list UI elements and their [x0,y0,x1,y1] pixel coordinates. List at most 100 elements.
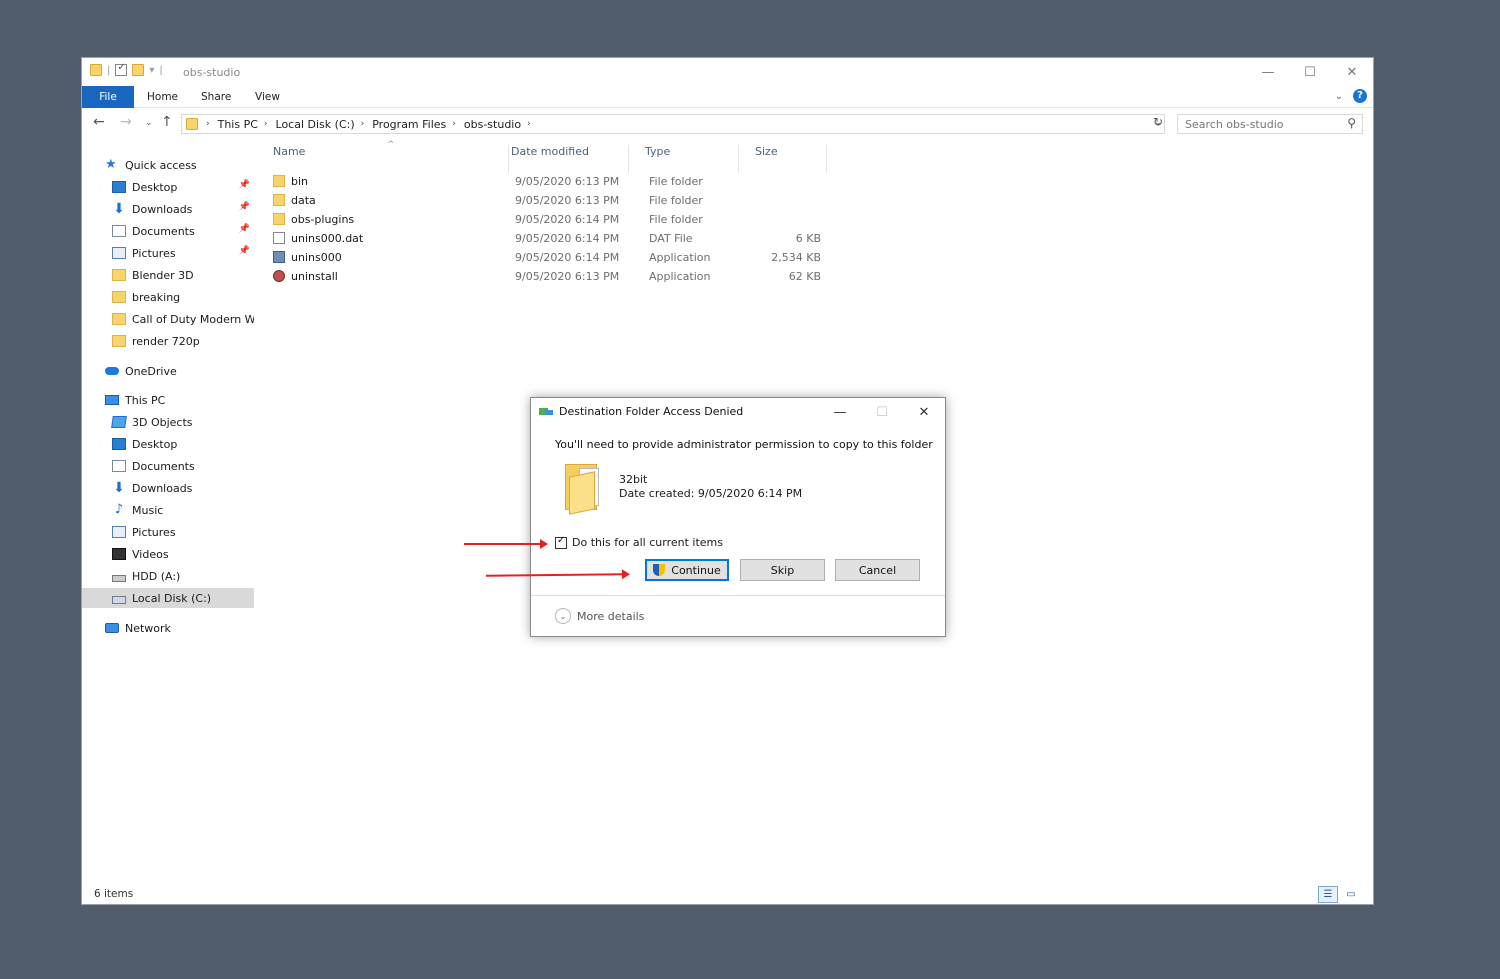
divider [531,595,945,596]
dialog-minimize-button[interactable]: — [819,398,861,426]
pictures-icon [112,247,126,259]
download-icon: ⬇ [113,201,125,217]
recent-locations-icon[interactable]: ⌄ [145,118,153,128]
up-arrow-icon[interactable]: ↑ [161,114,173,130]
view-buttons: ☰ ▭ [1318,886,1361,903]
tab-home[interactable]: Home [147,86,178,108]
uac-shield-icon [653,563,666,577]
breadcrumb-this-pc[interactable]: This PC [218,118,258,131]
sidebar-item-local-disk[interactable]: Local Disk (C:) [82,588,254,608]
window-title: obs-studio [183,66,241,79]
sidebar-item-pc-documents[interactable]: Documents [82,456,254,476]
status-item-count: 6 items [94,888,134,900]
help-icon[interactable]: ? [1353,89,1367,103]
close-button[interactable]: ✕ [1331,58,1373,86]
sidebar-item-onedrive[interactable]: OneDrive [82,361,254,381]
pin-icon: 📌 [238,202,250,212]
maximize-button[interactable]: ☐ [1289,58,1331,86]
documents-icon [112,225,126,237]
desktop-icon [112,181,126,193]
dialog-close-button[interactable]: ✕ [903,398,945,426]
sidebar-item-hdd[interactable]: HDD (A:) [82,566,254,586]
file-row[interactable]: unins000.dat 9/05/2020 6:14 PM DAT File … [273,229,833,248]
breadcrumb-program-files[interactable]: Program Files [372,118,446,131]
app-icon [273,251,285,263]
minimize-button[interactable]: — [1247,58,1289,86]
network-icon [105,623,119,633]
sidebar-item-3d-objects[interactable]: 3D Objects [82,412,254,432]
video-icon [112,548,126,560]
folder-icon [112,269,126,281]
folder-icon [273,213,285,225]
folder-icon [112,291,126,303]
file-row[interactable]: obs-plugins 9/05/2020 6:14 PM File folde… [273,210,833,229]
tab-view[interactable]: View [255,86,280,108]
large-icons-view-icon[interactable]: ▭ [1341,886,1361,903]
properties-icon[interactable] [115,62,128,76]
refresh-icon[interactable]: ↻ [1153,115,1167,129]
sidebar-item-pc-pictures[interactable]: Pictures [82,522,254,542]
customize-toolbar-icon[interactable]: ▾ [149,65,154,76]
tab-share[interactable]: Share [201,86,231,108]
file-row[interactable]: data 9/05/2020 6:13 PM File folder [273,191,833,210]
details-view-icon[interactable]: ☰ [1318,886,1338,903]
checkbox-checked-icon[interactable] [555,535,567,549]
sidebar-item-videos[interactable]: Videos [82,544,254,564]
expand-ribbon-icon[interactable]: ⌄ [1335,91,1343,102]
sidebar-item-blender-3d[interactable]: Blender 3D [82,265,254,285]
dialog-message: You'll need to provide administrator per… [555,438,933,451]
tab-file[interactable]: File [82,86,134,108]
dialog-maximize-button: ☐ [876,404,888,420]
more-details-toggle[interactable]: ⌄ More details [555,608,644,624]
chevron-down-icon: ⌄ [555,608,571,624]
sidebar-item-call-of-duty[interactable]: Call of Duty Modern Warfare [82,309,254,329]
apply-to-all-checkbox[interactable]: Do this for all current items [555,535,723,549]
column-header-date[interactable]: Date modified [495,145,629,173]
sidebar-item-music[interactable]: ♪ Music [82,500,254,520]
folder-name: 32bit [619,473,648,486]
sidebar-item-breaking[interactable]: breaking [82,287,254,307]
sidebar-item-pc-desktop[interactable]: Desktop [82,434,254,454]
cancel-button[interactable]: Cancel [835,559,920,581]
sidebar-item-pictures[interactable]: Pictures 📌 [82,243,254,263]
forward-arrow-icon[interactable]: → [120,114,132,130]
search-input[interactable]: Search obs-studio ⚲ [1177,114,1363,134]
breadcrumb-obs-studio[interactable]: obs-studio [464,118,521,131]
sidebar-item-downloads[interactable]: ⬇ Downloads 📌 [82,199,254,219]
back-arrow-icon[interactable]: ← [93,114,105,130]
sidebar-item-documents[interactable]: Documents 📌 [82,221,254,241]
window-controls: — ☐ ✕ [1247,58,1373,86]
file-icon [273,232,285,244]
file-row[interactable]: bin 9/05/2020 6:13 PM File folder [273,172,833,191]
file-row[interactable]: unins000 9/05/2020 6:14 PM Application 2… [273,248,833,267]
column-header-type[interactable]: Type [629,145,739,173]
folder-icon [112,335,126,347]
3d-objects-icon [111,416,127,428]
column-header-size[interactable]: Size [739,145,827,173]
sidebar-item-quick-access[interactable]: ★ Quick access [82,155,254,175]
search-icon[interactable]: ⚲ [1347,116,1356,130]
sort-ascending-icon: ^ [387,140,395,150]
skip-button[interactable]: Skip [740,559,825,581]
folder-icon [273,175,285,187]
copy-icon [539,406,553,417]
sidebar-item-desktop[interactable]: Desktop 📌 [82,177,254,197]
quick-access-toolbar: | ▾ | [90,62,163,76]
star-icon: ★ [105,157,117,172]
sidebar-item-render-720p[interactable]: render 720p [82,331,254,351]
sidebar-item-this-pc[interactable]: This PC [82,390,254,410]
breadcrumb-local-disk[interactable]: Local Disk (C:) [276,118,355,131]
column-header-name[interactable]: ^ Name [257,140,509,173]
pin-icon: 📌 [238,246,250,256]
sidebar-item-pc-downloads[interactable]: ⬇ Downloads [82,478,254,498]
continue-button[interactable]: Continue [645,559,729,581]
file-row[interactable]: uninstall 9/05/2020 6:13 PM Application … [273,267,833,286]
address-bar[interactable]: › This PC › Local Disk (C:) › Program Fi… [181,114,1165,134]
dialog-title: Destination Folder Access Denied [559,405,744,418]
folder-date-created: Date created: 9/05/2020 6:14 PM [619,487,803,500]
folder-icon [273,194,285,206]
sidebar-item-network[interactable]: Network [82,618,254,638]
ribbon-tabs: File Home Share View ⌄ ? [82,86,1373,108]
new-folder-icon[interactable] [132,64,145,76]
pin-icon: 📌 [238,180,250,190]
